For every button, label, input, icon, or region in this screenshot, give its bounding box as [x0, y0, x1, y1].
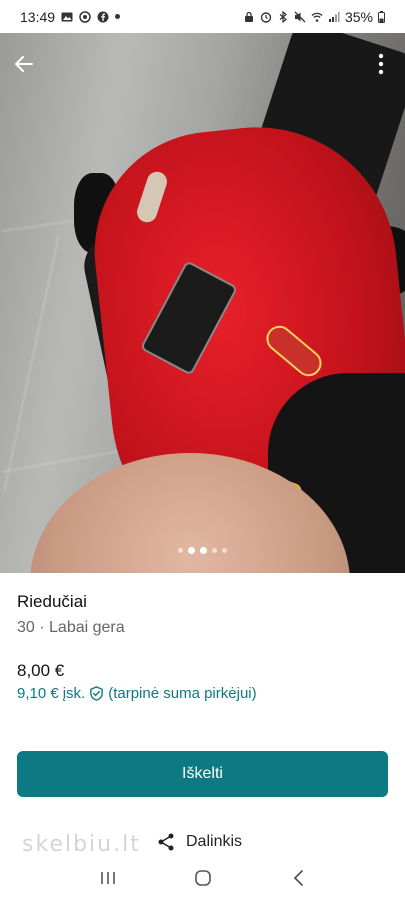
listing-subtitle: 30 · Labai gera — [17, 619, 125, 636]
pager-dot[interactable] — [178, 548, 183, 553]
boost-button[interactable]: Iškelti — [17, 751, 388, 797]
mute-icon — [294, 11, 306, 22]
buyer-total-incl: įsk. — [62, 685, 86, 702]
listing-title: Riedučiai — [17, 592, 87, 611]
arrow-left-icon — [15, 56, 33, 72]
wifi-icon — [311, 12, 323, 22]
product-photo[interactable] — [0, 33, 405, 573]
shield-check-icon — [90, 686, 104, 701]
pager-dot-active[interactable] — [188, 547, 195, 554]
status-bar: 13:49 35% — [0, 0, 405, 33]
signal-icon — [328, 11, 340, 22]
notification-dot — [115, 14, 121, 19]
at-icon — [79, 10, 91, 23]
battery-percent: 35% — [344, 8, 373, 25]
recent-apps-icon — [100, 871, 115, 884]
alarm-icon — [260, 11, 272, 23]
share-icon — [158, 833, 174, 851]
photo-pager — [0, 547, 405, 554]
pager-dot[interactable] — [222, 548, 227, 553]
buyer-total[interactable]: 9,10 € įsk. (tarpinė suma pirkėjui) — [17, 685, 257, 702]
boost-button-label: Iškelti — [182, 765, 223, 782]
status-left: 13:49 — [20, 8, 121, 25]
facebook-icon — [97, 11, 109, 22]
buyer-total-note: (tarpinė suma pirkėjui) — [108, 685, 257, 702]
lock-icon — [244, 11, 253, 22]
more-vertical-icon — [378, 53, 384, 75]
system-back-button[interactable] — [278, 858, 318, 898]
buyer-total-price: 9,10 € — [17, 685, 59, 702]
bluetooth-icon — [279, 10, 287, 23]
share-button[interactable]: Dalinkis — [156, 832, 242, 852]
recent-apps-button[interactable] — [88, 858, 128, 898]
back-button[interactable] — [8, 48, 40, 80]
watermark: skelbiu.lt — [22, 832, 141, 857]
home-icon — [194, 869, 211, 886]
system-nav-bar — [0, 855, 405, 900]
gallery-icon — [61, 12, 73, 21]
share-label: Dalinkis — [186, 833, 243, 850]
clock: 13:49 — [20, 8, 56, 25]
more-options-button[interactable] — [365, 48, 397, 80]
home-button[interactable] — [183, 858, 223, 898]
battery-icon — [378, 10, 385, 23]
chevron-left-icon — [293, 869, 303, 886]
listing-price: 8,00 € — [17, 661, 65, 680]
status-right: 35% — [243, 9, 385, 25]
pager-dot-active[interactable] — [200, 547, 207, 554]
pager-dot[interactable] — [212, 548, 217, 553]
floor-board-line — [3, 235, 60, 491]
